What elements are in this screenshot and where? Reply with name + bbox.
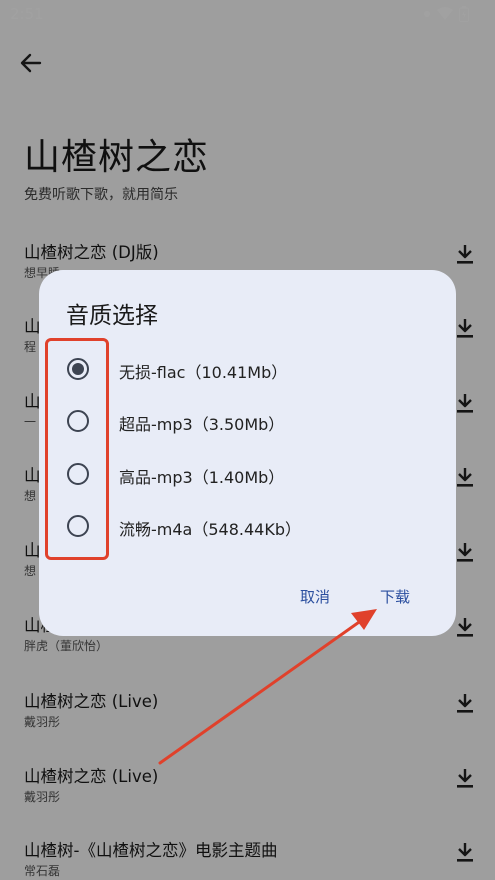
- annotation-arrow: [158, 609, 377, 765]
